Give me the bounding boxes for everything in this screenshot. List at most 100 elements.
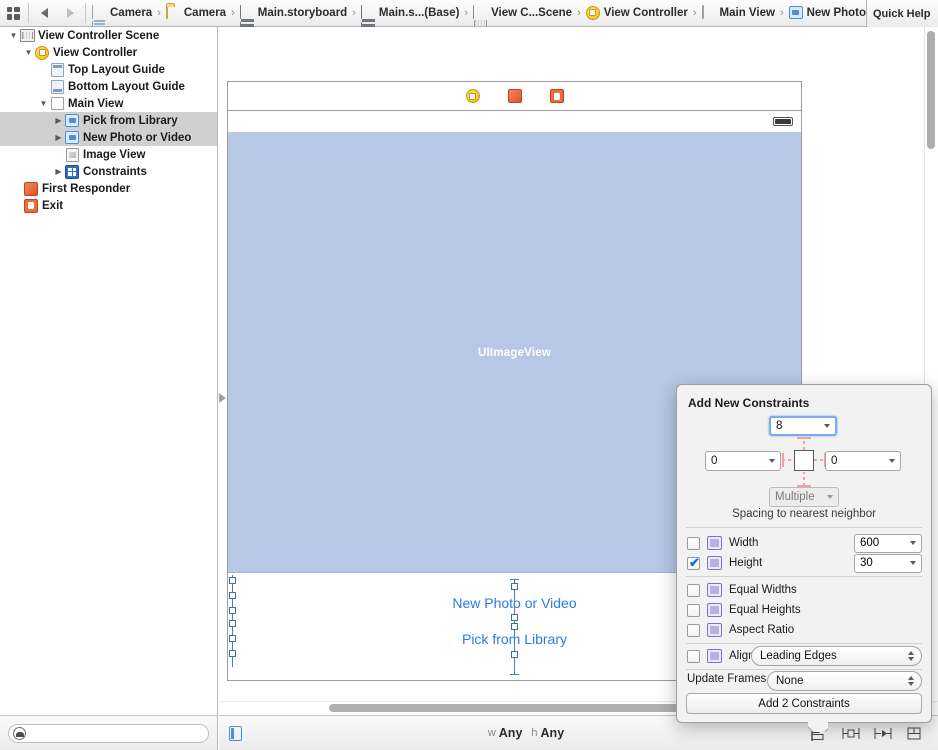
chevron-down-icon[interactable] [910, 561, 916, 565]
first-responder-icon[interactable] [507, 89, 522, 103]
breadcrumb-item-storyboard-base[interactable]: Main.s...(Base) [360, 0, 459, 27]
divider [85, 3, 86, 23]
pin-tool-icon[interactable] [842, 726, 860, 741]
bottom-spacing-input[interactable]: Multiple [769, 487, 839, 507]
outline-row-exit[interactable]: Exit [0, 197, 217, 214]
right-spacing-input[interactable]: 0 [825, 451, 901, 471]
resizing-behavior-tool-icon[interactable] [906, 726, 924, 741]
forward-button[interactable] [57, 0, 83, 26]
button-icon [64, 131, 80, 144]
add-constraints-button[interactable]: Add 2 Constraints [686, 693, 922, 714]
divider [686, 669, 922, 670]
size-class-width-value: Any [498, 726, 523, 740]
height-value-input[interactable]: 30 [854, 553, 922, 573]
breadcrumb-label: View Controller [603, 7, 688, 19]
breadcrumb-item-project[interactable]: Camera [92, 0, 152, 27]
outline-row-view-controller-scene[interactable]: View Controller Scene [0, 27, 217, 44]
document-outline[interactable]: View Controller Scene View Controller To… [0, 27, 218, 715]
disclosure-triangle-icon[interactable] [53, 116, 64, 125]
width-constraint-row[interactable]: Width 600 [676, 533, 932, 553]
outline-row-top-layout-guide[interactable]: Top Layout Guide [0, 61, 217, 78]
chevron-down-icon[interactable] [824, 424, 830, 428]
popover-arrow [808, 722, 828, 732]
outline-row-view-controller[interactable]: View Controller [0, 44, 217, 61]
divider [686, 527, 922, 528]
selection-handle[interactable] [511, 623, 518, 630]
size-class-height-value: Any [540, 726, 565, 740]
outline-row-image-view[interactable]: Image View [0, 146, 217, 163]
selection-handle[interactable] [511, 651, 518, 658]
size-class-indicator[interactable]: w Any h Any [242, 726, 810, 740]
selection-handle[interactable] [229, 650, 236, 657]
canvas-vertical-scrollbar-thumb[interactable] [927, 31, 935, 149]
chevron-down-icon[interactable] [889, 459, 895, 463]
top-spacing-input[interactable]: 8 [769, 416, 837, 436]
disclosure-triangle-icon[interactable] [23, 48, 34, 57]
outline-row-bottom-layout-guide[interactable]: Bottom Layout Guide [0, 78, 217, 95]
back-button[interactable] [31, 0, 57, 26]
equal-heights-checkbox[interactable] [687, 603, 700, 617]
view-controller-icon [585, 5, 601, 21]
outline-row-pick-from-library[interactable]: Pick from Library [0, 112, 217, 129]
height-checkbox[interactable] [687, 555, 700, 571]
selection-handle[interactable] [229, 620, 236, 627]
height-constraint-row[interactable]: Height 30 [676, 553, 932, 573]
align-popup-button[interactable]: Leading Edges [751, 646, 922, 666]
update-frames-label: Update Frames [687, 673, 767, 685]
canvas-horizontal-scrollbar-thumb[interactable] [329, 704, 729, 712]
selection-handle[interactable] [229, 592, 236, 599]
breadcrumb-item-main-view[interactable]: Main View [701, 0, 775, 27]
right-spacing-value: 0 [831, 455, 838, 467]
breadcrumb-item-view-controller[interactable]: View Controller [585, 0, 688, 27]
disclosure-triangle-icon[interactable] [38, 99, 49, 108]
outline-row-new-photo-or-video[interactable]: New Photo or Video [0, 129, 217, 146]
selection-handle[interactable] [511, 583, 518, 590]
filter-input[interactable] [8, 723, 209, 743]
aspect-ratio-label: Aspect Ratio [729, 624, 795, 636]
align-icon [707, 649, 722, 663]
align-checkbox[interactable] [687, 649, 700, 663]
width-checkbox[interactable] [687, 536, 700, 550]
outline-row-first-responder[interactable]: First Responder [0, 180, 217, 197]
width-value-input[interactable]: 600 [854, 533, 922, 553]
chevron-left-icon [40, 8, 48, 18]
jump-bar: Camera › Camera › Main.storyboard › Main… [0, 0, 938, 27]
exit-icon[interactable] [549, 89, 564, 103]
equal-widths-checkbox[interactable] [687, 583, 700, 597]
breadcrumb-item-scene[interactable]: View C...Scene [473, 0, 572, 27]
update-frames-value: None [776, 675, 804, 687]
size-class-width-prefix: w [487, 727, 496, 739]
equal-widths-row[interactable]: Equal Widths [676, 580, 932, 600]
resolve-issues-tool-icon[interactable] [874, 726, 892, 741]
chevron-down-icon[interactable] [910, 541, 916, 545]
disclosure-triangle-icon[interactable] [53, 167, 64, 176]
selection-handle[interactable] [511, 614, 518, 621]
aspect-ratio-row[interactable]: Aspect Ratio [676, 620, 932, 640]
chevron-right-icon: › [692, 7, 697, 19]
chevron-down-icon[interactable] [769, 459, 775, 463]
view-controller-icon[interactable] [465, 89, 480, 103]
chevron-right-icon: › [352, 7, 356, 19]
align-row[interactable]: Align Leading Edges [676, 646, 932, 666]
breadcrumb-item-folder[interactable]: Camera [165, 0, 226, 27]
left-spacing-input[interactable]: 0 [705, 451, 781, 471]
selection-handle[interactable] [229, 607, 236, 614]
selection-handle[interactable] [229, 577, 236, 584]
outline-row-main-view[interactable]: Main View [0, 95, 217, 112]
outline-label: Image View [83, 148, 146, 161]
selection-handle[interactable] [229, 635, 236, 642]
document-outline-toggle-icon[interactable] [229, 725, 242, 741]
update-frames-popup-button[interactable]: None [767, 671, 922, 691]
disclosure-triangle-icon[interactable] [53, 133, 64, 142]
constraint-center-box[interactable] [794, 450, 814, 471]
equal-heights-row[interactable]: Equal Heights [676, 600, 932, 620]
height-label: Height [729, 557, 763, 569]
first-responder-icon [23, 181, 39, 196]
outline-row-constraints[interactable]: Constraints [0, 163, 217, 180]
chevron-down-icon[interactable] [827, 495, 833, 499]
breadcrumb-item-storyboard[interactable]: Main.storyboard [239, 0, 347, 27]
outline-label: First Responder [42, 182, 131, 195]
related-items-button[interactable] [0, 0, 26, 26]
aspect-ratio-checkbox[interactable] [687, 623, 700, 637]
disclosure-triangle-icon[interactable] [8, 31, 19, 40]
